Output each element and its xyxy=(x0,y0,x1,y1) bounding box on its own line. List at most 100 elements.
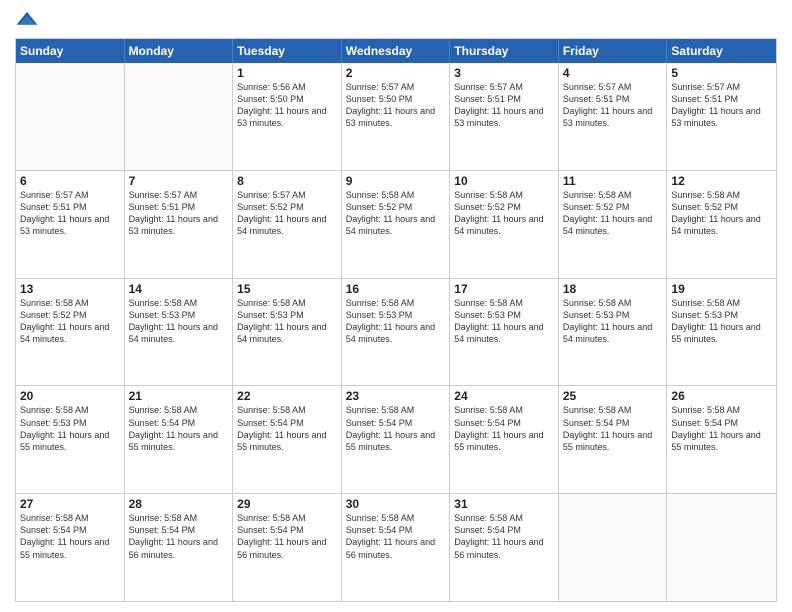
cal-cell-5-7 xyxy=(667,494,776,601)
cal-cell-2-4: 9 Sunrise: 5:58 AM Sunset: 5:52 PM Daylig… xyxy=(342,171,451,278)
cal-cell-1-7: 5 Sunrise: 5:57 AM Sunset: 5:51 PM Daylig… xyxy=(667,63,776,170)
day-number: 20 xyxy=(20,389,120,403)
week-row-1: 1 Sunrise: 5:56 AM Sunset: 5:50 PM Daylig… xyxy=(16,63,776,170)
day-number: 7 xyxy=(129,174,229,188)
cell-info: Sunrise: 5:58 AM Sunset: 5:53 PM Dayligh… xyxy=(671,298,760,344)
cal-cell-3-2: 14Sunrise: 5:58 AM Sunset: 5:53 PM Dayli… xyxy=(125,279,234,386)
day-number: 28 xyxy=(129,497,229,511)
day-number: 6 xyxy=(20,174,120,188)
cal-cell-2-1: 6Sunrise: 5:57 AM Sunset: 5:51 PM Daylig… xyxy=(16,171,125,278)
cell-info: Sunrise: 5:58 AM Sunset: 5:53 PM Dayligh… xyxy=(346,298,435,344)
day-number: 29 xyxy=(237,497,337,511)
cal-cell-2-6: 11Sunrise: 5:58 AM Sunset: 5:52 PM Dayli… xyxy=(559,171,668,278)
cal-cell-3-1: 13 Sunrise: 5:58 AM Sunset: 5:52 PM Dayli… xyxy=(16,279,125,386)
cal-cell-5-1: 27 Sunrise: 5:58 AM Sunset: 5:54 PM Dayli… xyxy=(16,494,125,601)
cal-cell-4-6: 25 Sunrise: 5:58 AM Sunset: 5:54 PM Dayli… xyxy=(559,386,668,493)
cell-info: Sunrise: 5:58 AM Sunset: 5:54 PM Dayligh… xyxy=(454,513,543,559)
cell-info: Sunrise: 5:58 AM Sunset: 5:54 PM Dayligh… xyxy=(20,513,109,559)
cal-cell-5-2: 28 Sunrise: 5:58 AM Sunset: 5:54 PM Dayli… xyxy=(125,494,234,601)
cal-cell-5-4: 30 Sunrise: 5:58 AM Sunset: 5:54 PM Dayli… xyxy=(342,494,451,601)
day-number: 11 xyxy=(563,174,663,188)
day-number: 8 xyxy=(237,174,337,188)
cell-info: Sunrise: 5:58 AM Sunset: 5:54 PM Dayligh… xyxy=(671,405,760,451)
day-number: 31 xyxy=(454,497,554,511)
cell-info: Sunrise: 5:58 AM Sunset: 5:53 PM Dayligh… xyxy=(20,405,109,451)
cal-cell-4-1: 20 Sunrise: 5:58 AM Sunset: 5:53 PM Dayli… xyxy=(16,386,125,493)
cell-info: Sunrise: 5:58 AM Sunset: 5:52 PM Dayligh… xyxy=(454,190,543,236)
cal-cell-5-5: 31 Sunrise: 5:58 AM Sunset: 5:54 PM Dayli… xyxy=(450,494,559,601)
header-monday: Monday xyxy=(125,39,234,63)
logo-icon xyxy=(15,10,39,30)
header-friday: Friday xyxy=(559,39,668,63)
cell-info: Sunrise: 5:58 AM Sunset: 5:54 PM Dayligh… xyxy=(237,405,326,451)
cell-info: Sunrise: 5:57 AM Sunset: 5:51 PM Dayligh… xyxy=(671,82,760,128)
cell-info: Sunrise: 5:58 AM Sunset: 5:52 PM Dayligh… xyxy=(671,190,760,236)
cal-cell-5-6 xyxy=(559,494,668,601)
day-number: 12 xyxy=(671,174,772,188)
day-number: 1 xyxy=(237,66,337,80)
cal-cell-4-3: 22 Sunrise: 5:58 AM Sunset: 5:54 PM Dayli… xyxy=(233,386,342,493)
cal-cell-1-2 xyxy=(125,63,234,170)
cell-info: Sunrise: 5:58 AM Sunset: 5:54 PM Dayligh… xyxy=(346,513,435,559)
day-number: 9 xyxy=(346,174,446,188)
cal-cell-4-4: 23 Sunrise: 5:58 AM Sunset: 5:54 PM Dayli… xyxy=(342,386,451,493)
cal-cell-2-7: 12 Sunrise: 5:58 AM Sunset: 5:52 PM Dayli… xyxy=(667,171,776,278)
cal-cell-3-6: 18Sunrise: 5:58 AM Sunset: 5:53 PM Dayli… xyxy=(559,279,668,386)
cell-info: Sunrise: 5:58 AM Sunset: 5:54 PM Dayligh… xyxy=(237,513,326,559)
day-number: 25 xyxy=(563,389,663,403)
header-sunday: Sunday xyxy=(16,39,125,63)
cell-info: Sunrise: 5:58 AM Sunset: 5:52 PM Dayligh… xyxy=(346,190,435,236)
cell-info: Sunrise: 5:57 AM Sunset: 5:51 PM Dayligh… xyxy=(563,82,652,128)
cell-info: Sunrise: 5:58 AM Sunset: 5:52 PM Dayligh… xyxy=(20,298,109,344)
day-number: 17 xyxy=(454,282,554,296)
day-number: 5 xyxy=(671,66,772,80)
day-number: 23 xyxy=(346,389,446,403)
day-number: 22 xyxy=(237,389,337,403)
header-saturday: Saturday xyxy=(667,39,776,63)
cell-info: Sunrise: 5:58 AM Sunset: 5:53 PM Dayligh… xyxy=(563,298,652,344)
cal-cell-1-6: 4 Sunrise: 5:57 AM Sunset: 5:51 PM Daylig… xyxy=(559,63,668,170)
day-number: 24 xyxy=(454,389,554,403)
header xyxy=(15,10,777,30)
day-number: 21 xyxy=(129,389,229,403)
day-number: 30 xyxy=(346,497,446,511)
day-number: 19 xyxy=(671,282,772,296)
day-number: 4 xyxy=(563,66,663,80)
cell-info: Sunrise: 5:58 AM Sunset: 5:54 PM Dayligh… xyxy=(346,405,435,451)
cal-cell-2-2: 7 Sunrise: 5:57 AM Sunset: 5:51 PM Daylig… xyxy=(125,171,234,278)
cal-cell-1-4: 2Sunrise: 5:57 AM Sunset: 5:50 PM Daylig… xyxy=(342,63,451,170)
day-number: 13 xyxy=(20,282,120,296)
day-number: 10 xyxy=(454,174,554,188)
cell-info: Sunrise: 5:57 AM Sunset: 5:51 PM Dayligh… xyxy=(454,82,543,128)
cal-cell-3-7: 19 Sunrise: 5:58 AM Sunset: 5:53 PM Dayli… xyxy=(667,279,776,386)
cell-info: Sunrise: 5:58 AM Sunset: 5:54 PM Dayligh… xyxy=(129,405,218,451)
day-number: 14 xyxy=(129,282,229,296)
week-row-2: 6 Sunrise: 5:57 AM Sunset: 5:51 PM Daylig… xyxy=(16,170,776,278)
calendar: Sunday Monday Tuesday Wednesday Thursday… xyxy=(15,38,777,602)
cal-cell-2-3: 8 Sunrise: 5:57 AM Sunset: 5:52 PM Daylig… xyxy=(233,171,342,278)
cell-info: Sunrise: 5:58 AM Sunset: 5:54 PM Dayligh… xyxy=(563,405,652,451)
cal-cell-3-5: 17Sunrise: 5:58 AM Sunset: 5:53 PM Dayli… xyxy=(450,279,559,386)
cal-cell-4-7: 26Sunrise: 5:58 AM Sunset: 5:54 PM Dayli… xyxy=(667,386,776,493)
cell-info: Sunrise: 5:57 AM Sunset: 5:51 PM Dayligh… xyxy=(129,190,218,236)
cal-cell-1-3: 1 Sunrise: 5:56 AM Sunset: 5:50 PM Daylig… xyxy=(233,63,342,170)
day-number: 16 xyxy=(346,282,446,296)
calendar-header: Sunday Monday Tuesday Wednesday Thursday… xyxy=(16,39,776,63)
page: Sunday Monday Tuesday Wednesday Thursday… xyxy=(0,0,792,612)
day-number: 2 xyxy=(346,66,446,80)
week-row-3: 13 Sunrise: 5:58 AM Sunset: 5:52 PM Dayli… xyxy=(16,278,776,386)
cal-cell-4-5: 24 Sunrise: 5:58 AM Sunset: 5:54 PM Dayli… xyxy=(450,386,559,493)
day-number: 27 xyxy=(20,497,120,511)
cell-info: Sunrise: 5:58 AM Sunset: 5:53 PM Dayligh… xyxy=(237,298,326,344)
cell-info: Sunrise: 5:58 AM Sunset: 5:54 PM Dayligh… xyxy=(129,513,218,559)
cal-cell-1-5: 3 Sunrise: 5:57 AM Sunset: 5:51 PM Daylig… xyxy=(450,63,559,170)
day-number: 15 xyxy=(237,282,337,296)
cal-cell-1-1 xyxy=(16,63,125,170)
day-number: 3 xyxy=(454,66,554,80)
cell-info: Sunrise: 5:56 AM Sunset: 5:50 PM Dayligh… xyxy=(237,82,326,128)
cell-info: Sunrise: 5:57 AM Sunset: 5:52 PM Dayligh… xyxy=(237,190,326,236)
logo xyxy=(15,10,43,30)
cell-info: Sunrise: 5:58 AM Sunset: 5:54 PM Dayligh… xyxy=(454,405,543,451)
calendar-body: 1 Sunrise: 5:56 AM Sunset: 5:50 PM Daylig… xyxy=(16,63,776,601)
cal-cell-5-3: 29 Sunrise: 5:58 AM Sunset: 5:54 PM Dayli… xyxy=(233,494,342,601)
